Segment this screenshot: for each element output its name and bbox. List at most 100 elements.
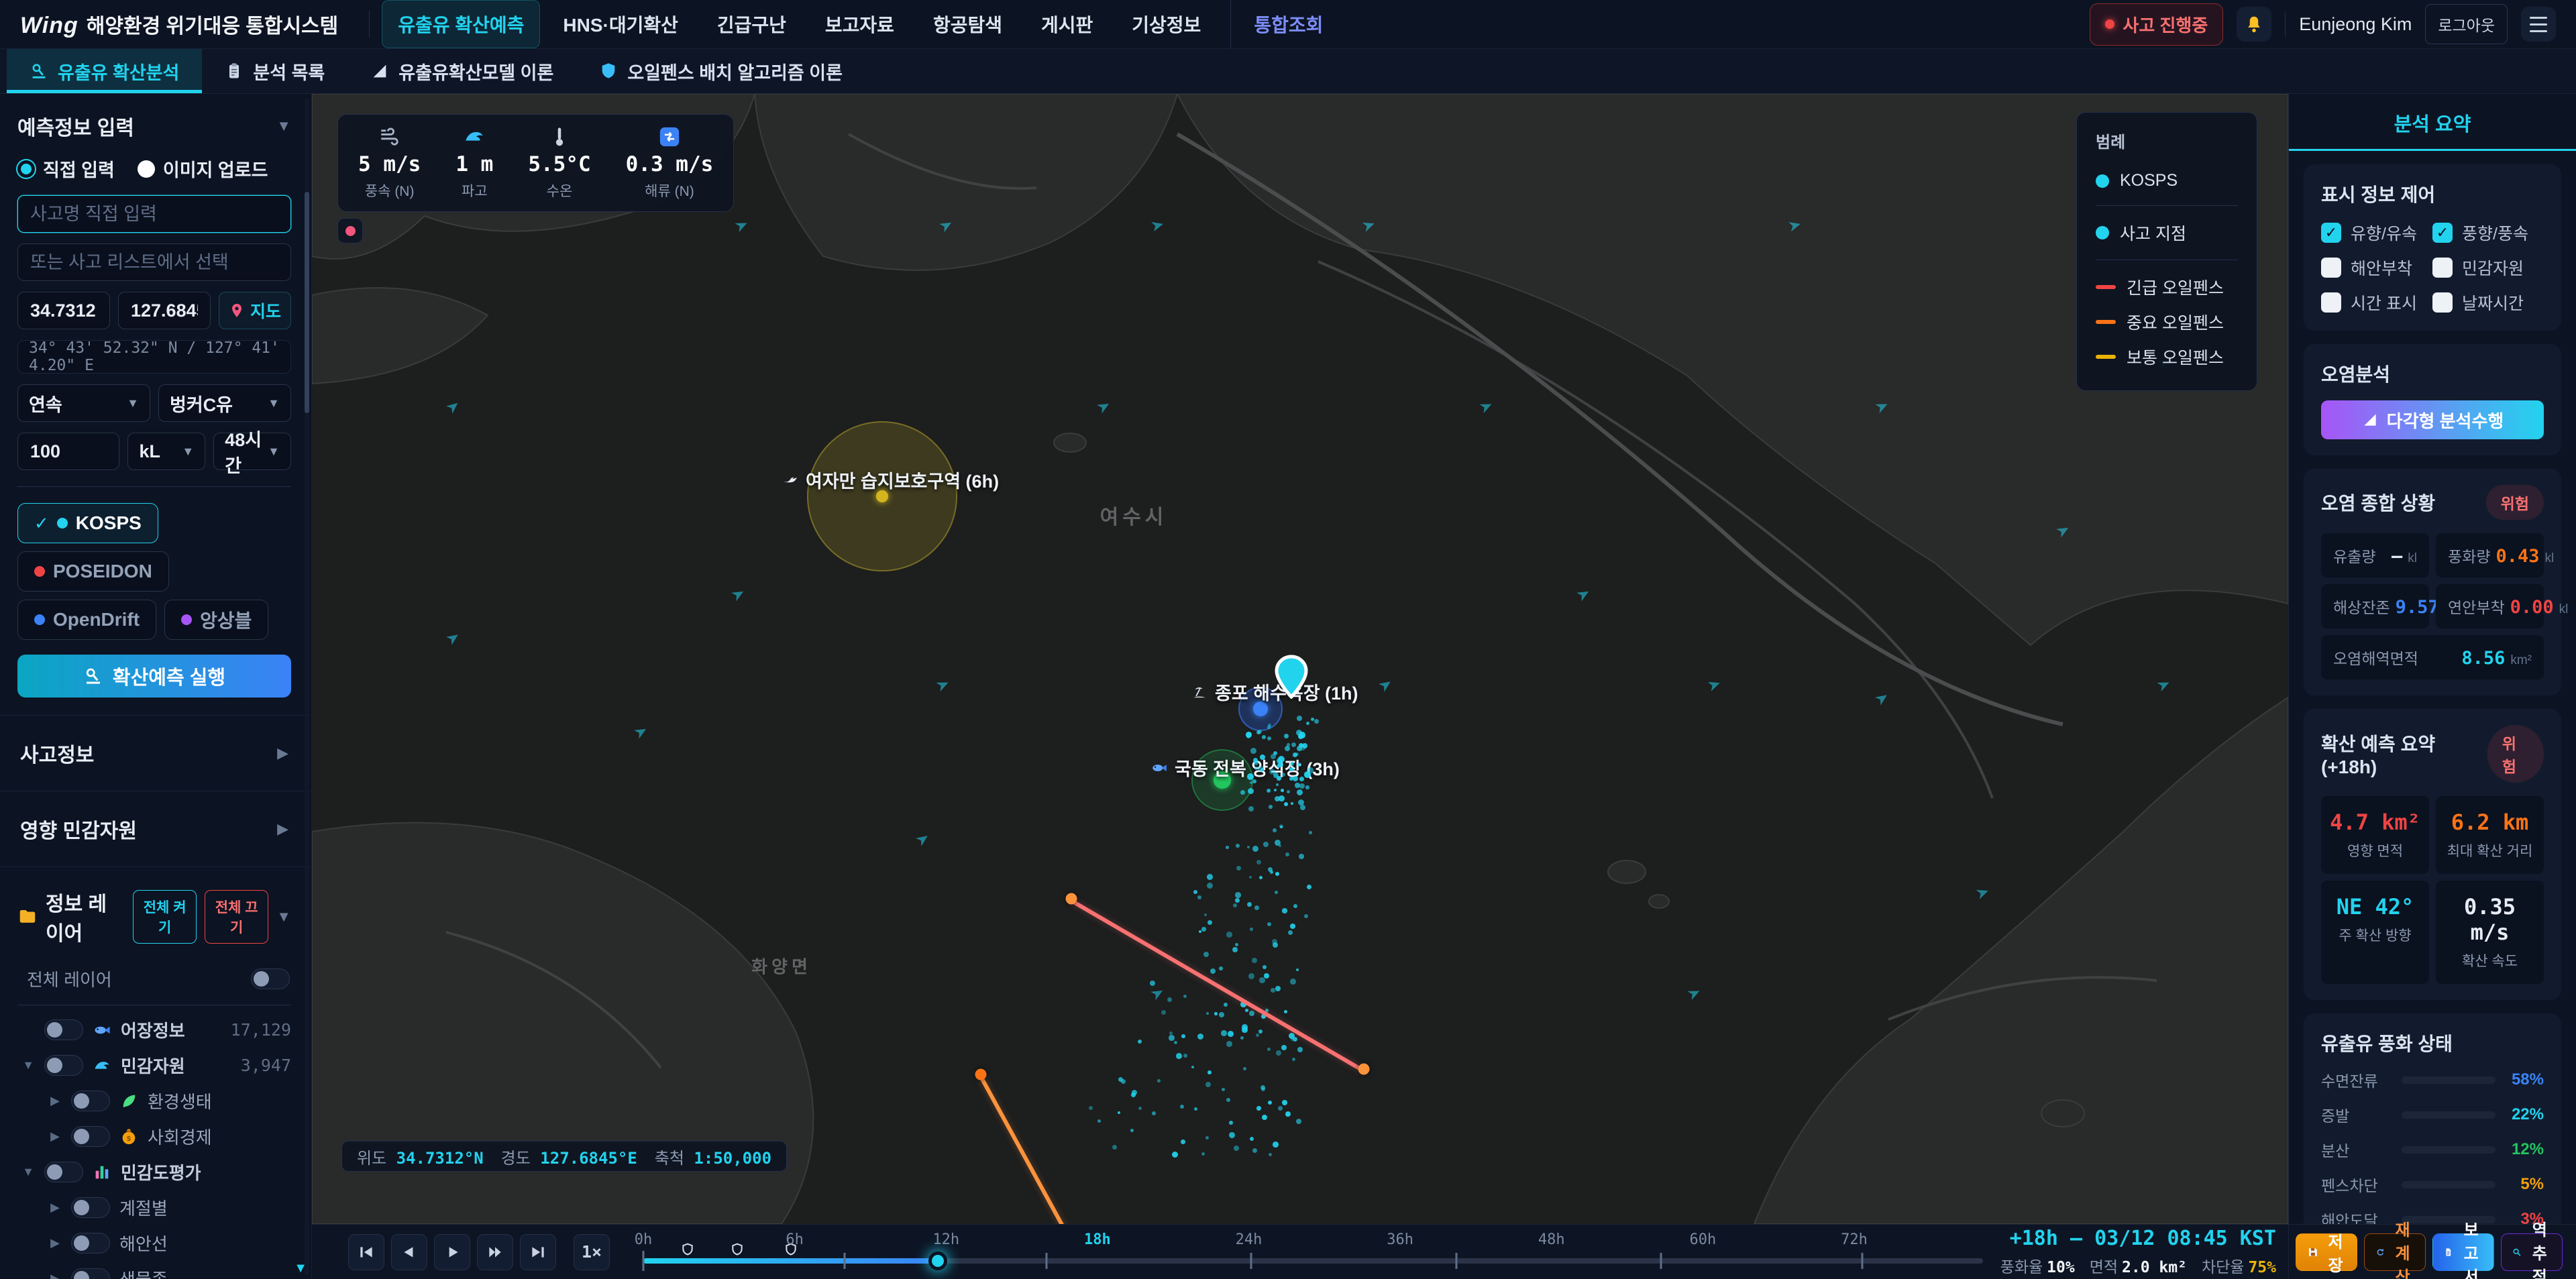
nav-item-3[interactable]: 보고자료 bbox=[809, 0, 910, 48]
play-button[interactable] bbox=[434, 1234, 470, 1270]
playback-speed-button[interactable]: 1× bbox=[574, 1234, 610, 1270]
timeline-label-12h[interactable]: 12h bbox=[932, 1231, 959, 1248]
logout-button[interactable]: 로그아웃 bbox=[2425, 4, 2508, 44]
layer-toggle[interactable] bbox=[71, 1091, 110, 1111]
all-layers-on-button[interactable]: 전체 켜기 bbox=[133, 890, 197, 944]
save-button[interactable]: 저장 bbox=[2296, 1233, 2357, 1271]
layer-toggle[interactable] bbox=[44, 1055, 83, 1076]
timeline-label-36h[interactable]: 36h bbox=[1387, 1231, 1413, 1248]
timeline-label-18h[interactable]: 18h bbox=[1084, 1231, 1111, 1248]
display-option-4[interactable]: 시간 표시 bbox=[2321, 290, 2432, 315]
display-option-2[interactable]: 해안부착 bbox=[2321, 256, 2432, 280]
step-back-button[interactable] bbox=[391, 1234, 427, 1270]
timeline-handle[interactable] bbox=[928, 1252, 947, 1270]
fast-forward-button[interactable] bbox=[477, 1234, 513, 1270]
expander-right-icon[interactable]: ▶ bbox=[48, 1272, 62, 1279]
tab-0[interactable]: 유출유 확산분석 bbox=[7, 49, 202, 93]
layer-toggle[interactable] bbox=[71, 1268, 110, 1279]
expander-right-icon[interactable]: ▶ bbox=[48, 1094, 62, 1108]
radio-direct-input[interactable]: 직접 입력 bbox=[17, 156, 115, 182]
nav-item-6[interactable]: 기상정보 bbox=[1116, 0, 1217, 48]
spill-amount-input[interactable] bbox=[17, 433, 119, 470]
nav-item-1[interactable]: HNS·대기확산 bbox=[547, 0, 694, 48]
run-prediction-button[interactable]: 확산예측 실행 bbox=[17, 655, 291, 698]
notifications-button[interactable] bbox=[2237, 7, 2271, 42]
fence-endpoint-dot[interactable] bbox=[1066, 893, 1077, 905]
timeline-label-0h[interactable]: 0h bbox=[635, 1231, 653, 1248]
display-option-5[interactable]: 날짜시간 bbox=[2432, 290, 2544, 315]
layer-row-5[interactable]: ▶계절별 bbox=[17, 1190, 291, 1225]
nav-item-7[interactable]: 통합조회 bbox=[1230, 0, 1339, 48]
nav-item-4[interactable]: 항공탐색 bbox=[917, 0, 1018, 48]
model-chip-KOSPS[interactable]: ✓KOSPS bbox=[17, 503, 158, 543]
polygon-analysis-button[interactable]: 다각형 분석수행 bbox=[2321, 400, 2544, 439]
latitude-input[interactable] bbox=[17, 292, 110, 329]
layer-toggle[interactable] bbox=[71, 1126, 110, 1147]
layer-row-4[interactable]: ▼민감도평가 bbox=[17, 1154, 291, 1190]
layer-row-6[interactable]: ▶해안선 bbox=[17, 1225, 291, 1261]
master-layer-toggle[interactable] bbox=[251, 968, 290, 989]
fence-endpoint-dot[interactable] bbox=[1358, 1064, 1370, 1075]
timeline-slider[interactable]: 0h6h12h18h24h36h48h60h72h bbox=[643, 1225, 1983, 1279]
oil-type-select[interactable]: 벙커C유▼ bbox=[158, 384, 291, 422]
recalculate-button[interactable]: 재계산 bbox=[2364, 1233, 2426, 1271]
nav-item-0[interactable]: 유출유 확산예측 bbox=[382, 0, 540, 48]
layer-toggle[interactable] bbox=[44, 1162, 83, 1182]
oil-fence-line-1[interactable] bbox=[979, 1076, 1088, 1224]
display-option-1[interactable]: ✓풍향/풍속 bbox=[2432, 221, 2544, 245]
incident-list-input[interactable] bbox=[17, 243, 291, 281]
incident-status-badge[interactable]: 사고 진행중 bbox=[2090, 3, 2223, 46]
expander-right-icon[interactable]: ▶ bbox=[48, 1201, 62, 1215]
spill-type-select[interactable]: 연속▼ bbox=[17, 384, 150, 422]
expander-down-icon[interactable]: ▼ bbox=[21, 1165, 35, 1179]
skip-start-button[interactable] bbox=[348, 1234, 384, 1270]
layer-toggle[interactable] bbox=[71, 1233, 110, 1254]
timeline-label-6h[interactable]: 6h bbox=[786, 1231, 804, 1248]
layer-row-7[interactable]: ▶생물종 bbox=[17, 1261, 291, 1279]
tab-1[interactable]: 분석 목록 bbox=[202, 49, 347, 93]
oil-fence-line-0[interactable] bbox=[1070, 899, 1364, 1072]
incident-name-input[interactable] bbox=[17, 195, 291, 233]
timeline-label-24h[interactable]: 24h bbox=[1236, 1231, 1263, 1248]
chevron-down-icon[interactable]: ▼ bbox=[276, 908, 291, 926]
layer-row-3[interactable]: ▶$사회경제 bbox=[17, 1119, 291, 1154]
model-chip-앙상블[interactable]: 앙상블 bbox=[164, 600, 268, 640]
fence-deploy-marker-icon[interactable] bbox=[731, 1242, 744, 1260]
report-button[interactable]: 보고서 bbox=[2432, 1233, 2494, 1271]
nav-item-2[interactable]: 긴급구난 bbox=[701, 0, 802, 48]
layer-row-1[interactable]: ▼민감자원3,947 bbox=[17, 1048, 291, 1083]
duration-select[interactable]: 48시간▼ bbox=[213, 433, 291, 470]
timeline-label-60h[interactable]: 60h bbox=[1689, 1231, 1716, 1248]
display-option-0[interactable]: ✓유향/유속 bbox=[2321, 221, 2432, 245]
timeline-label-48h[interactable]: 48h bbox=[1538, 1231, 1565, 1248]
display-option-3[interactable]: 민감자원 bbox=[2432, 256, 2544, 280]
map-pick-button[interactable]: 지도 bbox=[219, 292, 291, 329]
map-canvas[interactable]: 여수시화양면여자만 습지보호구역 (6h)종포 해수욕장 (1h)국동 전복 양… bbox=[312, 94, 2288, 1224]
layer-row-0[interactable]: 어장정보17,129 bbox=[17, 1012, 291, 1048]
expander-down-icon[interactable]: ▼ bbox=[21, 1058, 35, 1072]
layer-toggle[interactable] bbox=[71, 1197, 110, 1218]
hamburger-menu-button[interactable] bbox=[2521, 7, 2556, 42]
impact-resources-section[interactable]: 영향 민감자원 ▶ bbox=[17, 791, 291, 867]
fence-endpoint-dot[interactable] bbox=[975, 1069, 987, 1080]
model-chip-POSEIDON[interactable]: POSEIDON bbox=[17, 551, 169, 592]
sidebar-scrollbar[interactable] bbox=[305, 98, 309, 1275]
radio-image-upload[interactable]: 이미지 업로드 bbox=[138, 156, 268, 182]
incident-pin-icon[interactable] bbox=[1273, 655, 1309, 699]
model-chip-OpenDrift[interactable]: OpenDrift bbox=[17, 600, 156, 640]
chevron-down-icon[interactable]: ▼ bbox=[276, 117, 291, 135]
timeline-label-72h[interactable]: 72h bbox=[1841, 1231, 1868, 1248]
tab-2[interactable]: 유출유확산모델 이론 bbox=[347, 49, 576, 93]
backtrack-button[interactable]: 역추적 bbox=[2501, 1233, 2563, 1271]
layer-row-2[interactable]: ▶환경생태 bbox=[17, 1083, 291, 1119]
tab-3[interactable]: 오일펜스 배치 알고리즘 이론 bbox=[576, 49, 865, 93]
nav-item-5[interactable]: 게시판 bbox=[1025, 0, 1109, 48]
layer-toggle[interactable] bbox=[44, 1019, 83, 1040]
unit-select[interactable]: kL▼ bbox=[127, 433, 205, 470]
fence-deploy-marker-icon[interactable] bbox=[681, 1242, 694, 1260]
skip-end-button[interactable] bbox=[520, 1234, 556, 1270]
incident-marker-button[interactable] bbox=[337, 218, 363, 243]
all-layers-off-button[interactable]: 전체 끄기 bbox=[205, 890, 268, 944]
longitude-input[interactable] bbox=[118, 292, 211, 329]
scroll-down-indicator[interactable]: ▼ bbox=[294, 1261, 307, 1276]
